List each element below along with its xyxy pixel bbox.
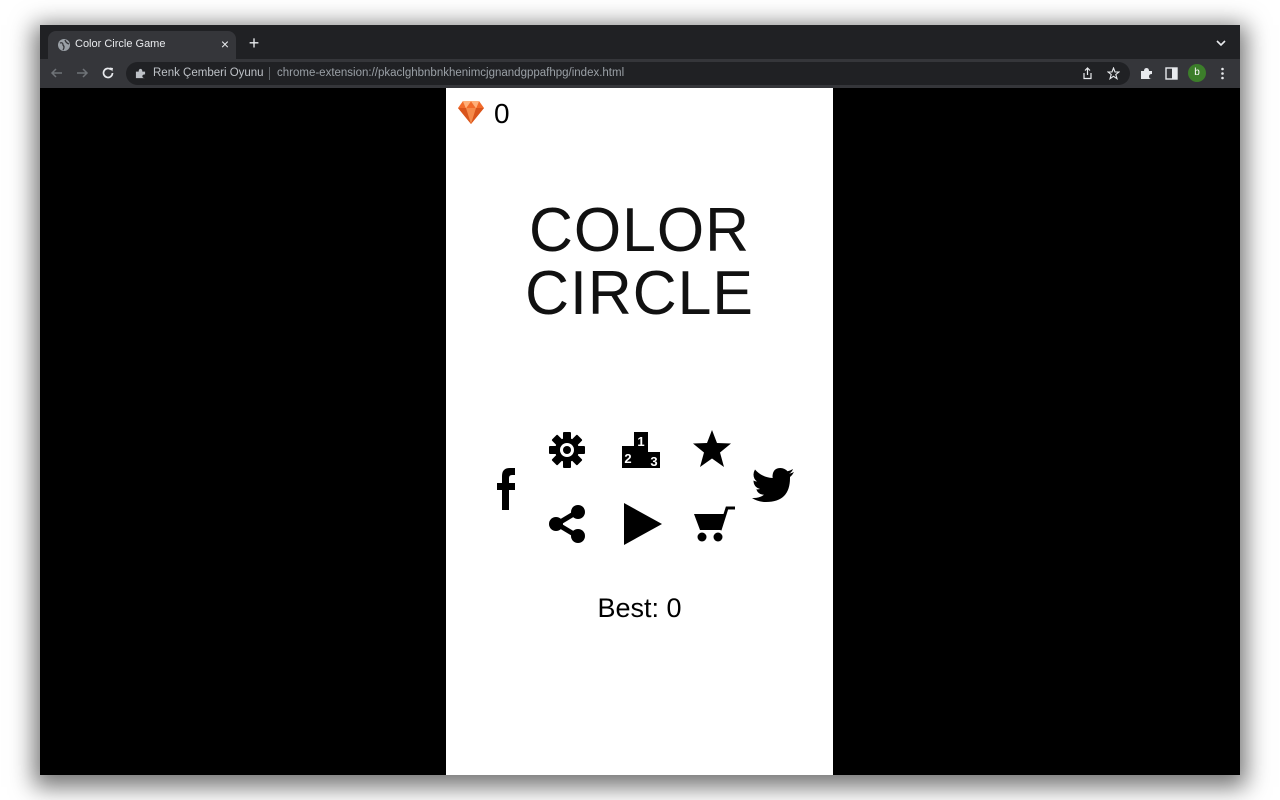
url-separator bbox=[269, 67, 270, 80]
game-screen: 0 COLOR CIRCLE bbox=[446, 88, 833, 775]
svg-text:1: 1 bbox=[637, 434, 644, 449]
extensions-icon[interactable] bbox=[1140, 67, 1153, 80]
settings-icon[interactable] bbox=[548, 431, 586, 469]
profile-avatar[interactable]: b bbox=[1188, 64, 1206, 82]
address-bar[interactable]: Renk Çemberi Oyunu chrome-extension://pk… bbox=[126, 62, 1130, 85]
gem-icon bbox=[457, 98, 485, 126]
gem-count: 0 bbox=[494, 98, 510, 130]
share-icon[interactable] bbox=[549, 505, 585, 543]
forward-icon[interactable] bbox=[74, 65, 90, 81]
browser-window: Color Circle Game × + Renk Çemberi Oyunu… bbox=[40, 25, 1240, 775]
play-icon[interactable] bbox=[624, 503, 662, 545]
url-text[interactable]: chrome-extension://pkaclghbnbnkhenimcjgn… bbox=[277, 67, 624, 79]
back-icon[interactable] bbox=[49, 65, 65, 81]
toolbar: Renk Çemberi Oyunu chrome-extension://pk… bbox=[40, 59, 1240, 88]
extension-puzzle-icon bbox=[135, 68, 146, 79]
tab-search-chevron-icon[interactable] bbox=[1214, 36, 1228, 50]
tab-bar: Color Circle Game × + bbox=[40, 25, 1240, 59]
leaderboard-icon[interactable]: 1 2 3 bbox=[622, 432, 660, 468]
active-tab[interactable]: Color Circle Game × bbox=[48, 31, 236, 59]
svg-text:2: 2 bbox=[624, 451, 631, 466]
game-title-line1: COLOR bbox=[450, 200, 829, 262]
new-tab-button[interactable]: + bbox=[246, 35, 262, 51]
side-panel-icon[interactable] bbox=[1165, 67, 1178, 80]
tab-close-button[interactable]: × bbox=[218, 37, 232, 51]
kebab-menu-icon[interactable] bbox=[1216, 67, 1229, 80]
cart-icon[interactable] bbox=[694, 506, 736, 542]
facebook-icon[interactable] bbox=[496, 468, 516, 510]
game-title-line2: CIRCLE bbox=[450, 263, 829, 325]
share-page-icon[interactable] bbox=[1081, 67, 1094, 80]
site-name: Renk Çemberi Oyunu bbox=[153, 67, 264, 79]
svg-text:3: 3 bbox=[650, 454, 657, 468]
bookmark-star-icon[interactable] bbox=[1107, 67, 1120, 80]
globe-icon bbox=[57, 38, 71, 52]
best-score: Best: 0 bbox=[446, 593, 833, 624]
twitter-icon[interactable] bbox=[752, 468, 794, 504]
star-icon[interactable] bbox=[692, 430, 732, 468]
tab-title: Color Circle Game bbox=[75, 38, 165, 50]
reload-icon[interactable] bbox=[100, 65, 116, 81]
page-viewport: 0 COLOR CIRCLE bbox=[40, 88, 1240, 775]
